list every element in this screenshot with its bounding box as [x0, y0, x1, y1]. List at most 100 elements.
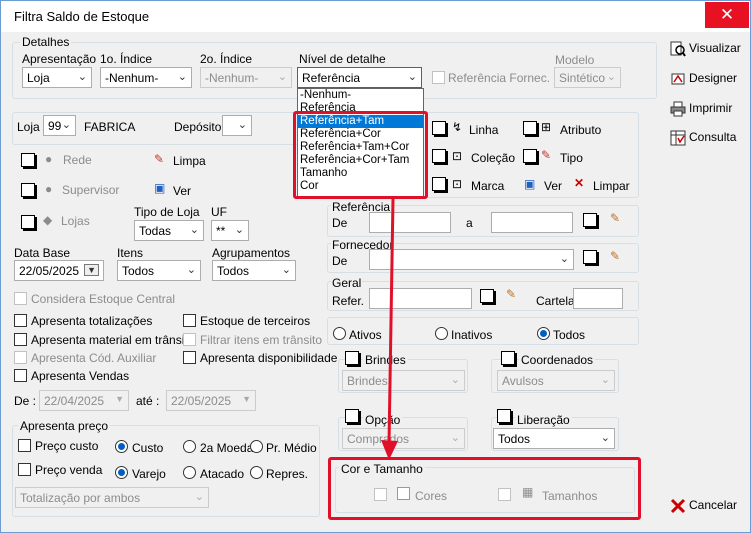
rede-checkbox[interactable] [21, 153, 35, 167]
close-button[interactable]: ✕ [705, 2, 749, 28]
cancelar-button[interactable]: Cancelar [670, 498, 737, 514]
imprimir-button[interactable]: Imprimir [670, 101, 732, 117]
coordenados-checkbox[interactable] [501, 351, 515, 365]
preco-custo-checkbox[interactable] [18, 439, 31, 452]
indice1-select[interactable]: -Nenhum- ⌄ [100, 67, 192, 88]
forn-checkbox[interactable] [583, 250, 597, 264]
agrupamentos-select[interactable]: Todos ⌄ [212, 260, 296, 281]
coordenados-select[interactable]: Avulsos ⌄ [497, 370, 615, 391]
search-list-icon[interactable]: ✎ [610, 249, 620, 263]
window-title: Filtra Saldo de Estoque [14, 9, 150, 24]
medio-radio[interactable] [250, 440, 263, 453]
totalizacoes-checkbox[interactable] [14, 314, 27, 327]
data-base-picker[interactable]: 22/05/2025 ▼ [14, 260, 104, 281]
visualizar-button[interactable]: Visualizar [670, 41, 741, 57]
search-list-icon[interactable]: ✎ [610, 211, 620, 225]
tipo-checkbox[interactable] [523, 149, 537, 163]
calendar-dropdown-icon: ▼ [84, 264, 99, 276]
inativos-label: Inativos [451, 328, 493, 342]
apresentacao-select[interactable]: Loja ⌄ [22, 67, 92, 88]
todos-label: Todos [553, 328, 586, 342]
uf-select[interactable]: ** ⌄ [211, 220, 249, 241]
brindes-checkbox[interactable] [345, 351, 359, 365]
tipo-label: Tipo [560, 151, 583, 165]
consulta-button[interactable]: Consulta [670, 130, 736, 146]
preco-venda-checkbox[interactable] [18, 463, 31, 476]
vendas-checkbox[interactable] [14, 369, 27, 382]
title-bar: Filtra Saldo de Estoque ✕ [1, 1, 750, 32]
line-icon: ↯ [452, 120, 463, 134]
designer-label: Designer [689, 71, 738, 86]
nivel-option[interactable]: -Nenhum- [298, 89, 423, 102]
tipo-loja-select[interactable]: Todas ⌄ [134, 220, 204, 241]
globe-icon: ● [45, 152, 53, 166]
disponib-checkbox[interactable] [183, 351, 196, 364]
opcao-checkbox[interactable] [345, 409, 359, 423]
inativos-radio[interactable] [435, 327, 448, 340]
cartela-input[interactable] [573, 288, 623, 309]
de-date-picker[interactable]: 22/04/2025 ▼ [39, 390, 129, 411]
designer-icon [670, 71, 686, 87]
refer-checkbox[interactable] [480, 289, 494, 303]
limpa-button[interactable]: Limpa [173, 154, 206, 168]
custo-radio[interactable] [115, 440, 128, 453]
detalhes-legend: Detalhes [20, 35, 72, 49]
ref-a-label: a [466, 216, 473, 230]
colecao-checkbox[interactable] [432, 149, 446, 163]
ref-checkbox[interactable] [583, 213, 597, 227]
varejo-radio[interactable] [115, 466, 128, 479]
ver-button[interactable]: Ver [173, 184, 191, 198]
ativos-radio[interactable] [333, 327, 346, 340]
eraser-icon: ✎ [154, 152, 165, 166]
deposito-select[interactable]: ⌄ [222, 115, 252, 136]
liberacao-select[interactable]: Todos ⌄ [493, 428, 615, 449]
atributo-checkbox[interactable] [523, 121, 537, 135]
loja-select[interactable]: 99 ⌄ [43, 115, 76, 136]
brand-icon: ⊡ [452, 177, 463, 191]
search-list-icon[interactable]: ✎ [506, 287, 516, 301]
chevron-down-icon: ⌄ [234, 224, 244, 236]
uf-value: ** [216, 224, 226, 238]
totalizacao-select[interactable]: Totalização por ambos ⌄ [15, 487, 209, 508]
tree-icon: ⊡ [452, 149, 463, 163]
chevron-down-icon: ⌄ [600, 374, 610, 386]
designer-button[interactable]: Designer [670, 71, 737, 87]
view-icon: ▣ [154, 181, 166, 195]
modelo-select[interactable]: Sintético ⌄ [554, 67, 621, 88]
lojas-checkbox[interactable] [21, 215, 35, 229]
supervisor-label: Supervisor [62, 183, 120, 197]
x-cancel-icon [670, 498, 686, 514]
chevron-down-icon: ⌄ [237, 119, 247, 131]
todos-radio[interactable] [537, 327, 550, 340]
indice2-select[interactable]: -Nenhum- ⌄ [200, 67, 292, 88]
itens-select[interactable]: Todos ⌄ [117, 260, 201, 281]
liberacao-checkbox[interactable] [497, 409, 511, 423]
ativos-label: Ativos [349, 328, 382, 342]
chevron-down-icon: ⌄ [186, 264, 196, 276]
terceiros-checkbox[interactable] [183, 314, 196, 327]
vendas-label: Apresenta Vendas [31, 369, 130, 383]
repres-radio[interactable] [250, 466, 263, 479]
chevron-down-icon: ⌄ [606, 71, 616, 83]
marca-checkbox[interactable] [432, 177, 446, 191]
agrupamentos-value: Todos [217, 264, 250, 278]
atacado-radio[interactable] [183, 466, 196, 479]
preco-venda-label: Preço venda [35, 463, 103, 477]
material-checkbox[interactable] [14, 333, 27, 346]
tipo-icon: ✎ [541, 148, 552, 162]
apresentacao-label: Apresentação [22, 52, 97, 66]
ref-fornec-checkbox[interactable] [432, 71, 445, 84]
linha-checkbox[interactable] [432, 121, 446, 135]
ver-product-button[interactable]: Ver [544, 179, 562, 193]
moeda2-radio[interactable] [183, 440, 196, 453]
ref-a-input[interactable] [491, 212, 573, 233]
supervisor-checkbox[interactable] [21, 183, 35, 197]
considera-checkbox[interactable] [14, 292, 27, 305]
cod-aux-checkbox[interactable] [14, 351, 27, 364]
ate-date-picker[interactable]: 22/05/2025 ▼ [166, 390, 256, 411]
limpar-button[interactable]: Limpar [593, 179, 630, 193]
chevron-down-icon: ⌄ [450, 432, 460, 444]
nivel-select[interactable]: Referência ⌄ [297, 67, 422, 88]
cod-aux-label: Apresenta Cód. Auxiliar [31, 351, 157, 365]
filtrar-checkbox[interactable] [183, 333, 196, 346]
